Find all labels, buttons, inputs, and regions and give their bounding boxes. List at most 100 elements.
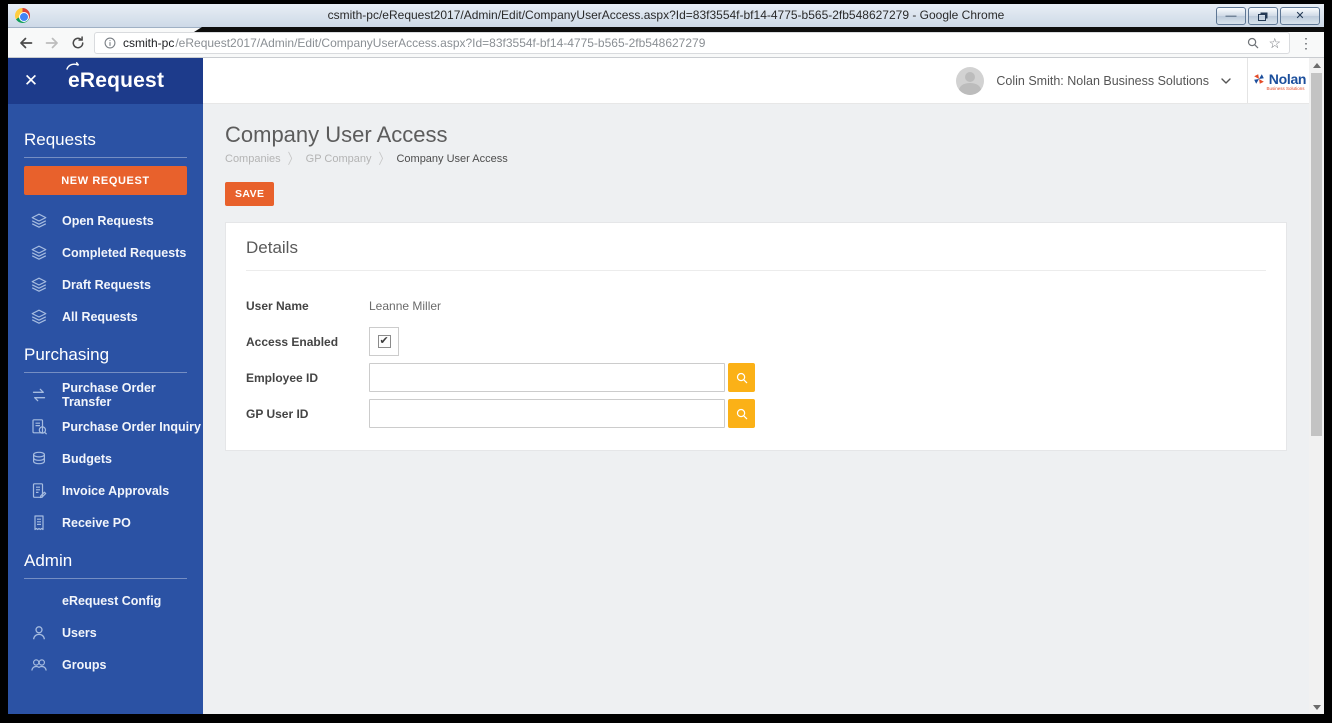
chrome-menu-button[interactable]: ⋮ <box>1296 36 1316 50</box>
app-header: Colin Smith: Nolan Business Solutions No… <box>203 58 1309 104</box>
page-title: Company User Access <box>225 122 448 147</box>
sidebar-item-label: Open Requests <box>62 214 154 228</box>
breadcrumb-companies[interactable]: Companies <box>225 153 281 165</box>
nolan-logo[interactable]: Nolan Business Solutions <box>1247 58 1309 103</box>
user-name-value: Leanne Miller <box>369 298 442 313</box>
sidebar-item-invoice-approvals[interactable]: Invoice Approvals <box>8 475 203 507</box>
scrollbar-track[interactable] <box>1309 72 1324 700</box>
sidebar-item-users[interactable]: Users <box>8 617 203 649</box>
requests-stack-icon <box>29 307 49 327</box>
details-card: Details User Name Leanne Miller Access E… <box>225 222 1287 451</box>
page-scrollbar[interactable] <box>1309 58 1324 714</box>
gp-user-id-label: GP User ID <box>246 406 309 421</box>
document-search-icon <box>29 417 49 437</box>
sidebar-item-groups[interactable]: Groups <box>8 649 203 681</box>
breadcrumb: Companies 〉 GP Company 〉 Company User Ac… <box>225 151 1287 169</box>
sidebar-item-label: Budgets <box>62 452 112 466</box>
section-divider <box>24 372 187 373</box>
window-edge-shadow <box>194 27 1324 32</box>
zoom-icon[interactable] <box>1246 36 1260 50</box>
new-request-button[interactable]: NEW REQUEST <box>24 166 187 195</box>
browser-toolbar: csmith-pc/eRequest2017/Admin/Edit/Compan… <box>8 28 1324 58</box>
user-menu[interactable]: Colin Smith: Nolan Business Solutions <box>956 66 1247 95</box>
blank-icon <box>29 591 49 611</box>
user-icon <box>29 623 49 643</box>
sidebar-item-draft-requests[interactable]: Draft Requests <box>8 269 203 301</box>
breadcrumb-gp-company[interactable]: GP Company <box>306 153 372 165</box>
section-divider <box>24 578 187 579</box>
forward-button[interactable] <box>42 33 62 53</box>
details-heading: Details <box>246 238 298 257</box>
sidebar-item-label: Users <box>62 626 97 640</box>
sidebar-item-label: Receive PO <box>62 516 131 530</box>
breadcrumb-chevron-icon: 〉 <box>287 152 299 169</box>
save-button[interactable]: SAVE <box>225 182 275 206</box>
url-bar[interactable]: csmith-pc/eRequest2017/Admin/Edit/Compan… <box>94 31 1290 54</box>
sidebar-item-budgets[interactable]: Budgets <box>8 443 203 475</box>
nolan-brand-name: Nolan <box>1268 70 1307 87</box>
browser-titlebar[interactable]: csmith-pc/eRequest2017/Admin/Edit/Compan… <box>8 4 1324 28</box>
breadcrumb-current: Company User Access <box>396 153 508 165</box>
sidebar-item-label: Draft Requests <box>62 278 151 292</box>
chevron-down-icon <box>1221 78 1231 84</box>
access-enabled-label: Access Enabled <box>246 334 339 349</box>
gp-user-id-input[interactable] <box>369 399 725 428</box>
avatar <box>956 66 985 95</box>
nolan-brand-tagline: Business Solutions <box>1266 85 1305 91</box>
card-divider <box>246 270 1266 271</box>
section-title-admin: Admin <box>24 551 73 570</box>
field-row-employee-id: Employee ID <box>246 363 1266 392</box>
field-row-access-enabled: Access Enabled <box>246 327 1266 356</box>
sidebar-item-purchase-order-inquiry[interactable]: Purchase Order Inquiry <box>8 411 203 443</box>
field-row-user-name: User Name Leanne Miller <box>246 291 1266 320</box>
back-button[interactable] <box>16 33 36 53</box>
scrollbar-thumb[interactable] <box>1311 73 1322 436</box>
sidebar-brand-band: ✕ eRequest <box>8 58 203 104</box>
sidebar-item-purchase-order-transfer[interactable]: Purchase Order Transfer <box>8 379 203 411</box>
section-title-requests: Requests <box>24 130 96 149</box>
page-content: Company User Access Companies 〉 GP Compa… <box>203 104 1309 714</box>
employee-id-lookup-button[interactable] <box>728 363 755 392</box>
receipt-icon <box>29 513 49 533</box>
close-button[interactable]: ✕ <box>1280 7 1320 25</box>
browser-window-title: csmith-pc/eRequest2017/Admin/Edit/Compan… <box>327 8 1005 22</box>
scroll-up-button[interactable] <box>1309 58 1324 72</box>
minimize-button[interactable]: — <box>1216 7 1246 25</box>
logo-swoosh-icon <box>66 62 80 70</box>
sidebar: ✕ eRequest Requests NEW REQUEST Open Req… <box>8 58 203 714</box>
gp-user-id-lookup-button[interactable] <box>728 399 755 428</box>
app-logo: eRequest <box>68 69 164 93</box>
bookmark-star-icon[interactable]: ☆ <box>1268 36 1281 50</box>
sidebar-close-icon[interactable]: ✕ <box>8 71 54 91</box>
sidebar-item-label: Completed Requests <box>62 246 187 260</box>
requests-stack-icon <box>29 275 49 295</box>
transfer-arrows-icon <box>29 385 49 405</box>
sidebar-item-receive-po[interactable]: Receive PO <box>8 507 203 539</box>
scroll-down-button[interactable] <box>1309 700 1324 714</box>
section-divider <box>24 157 187 158</box>
field-row-gp-user-id: GP User ID <box>246 399 1266 428</box>
sidebar-item-open-requests[interactable]: Open Requests <box>8 205 203 237</box>
breadcrumb-chevron-icon: 〉 <box>378 152 390 169</box>
section-title-purchasing: Purchasing <box>24 345 110 364</box>
arrow-up-icon <box>1312 62 1321 68</box>
sidebar-item-all-requests[interactable]: All Requests <box>8 301 203 333</box>
url-path: /eRequest2017/Admin/Edit/CompanyUserAcce… <box>175 35 706 50</box>
access-enabled-checkbox[interactable] <box>377 334 391 348</box>
requests-stack-icon <box>29 243 49 263</box>
user-name-label: User Name <box>246 298 309 313</box>
nolan-pinwheel-icon <box>1251 71 1267 87</box>
sidebar-item-completed-requests[interactable]: Completed Requests <box>8 237 203 269</box>
sidebar-item-label: Groups <box>62 658 107 672</box>
url-host: csmith-pc <box>123 35 175 50</box>
page-info-icon[interactable] <box>103 36 117 50</box>
restore-button[interactable] <box>1248 7 1278 25</box>
sidebar-item-label: Purchase Order Transfer <box>62 381 156 409</box>
main-area: Colin Smith: Nolan Business Solutions No… <box>203 58 1309 714</box>
sidebar-item-erequest-config[interactable]: eRequest Config <box>8 585 203 617</box>
user-menu-label: Colin Smith: Nolan Business Solutions <box>996 73 1209 88</box>
access-enabled-checkbox-wrap <box>369 327 399 356</box>
employee-id-input[interactable] <box>369 363 725 392</box>
reload-button[interactable] <box>68 33 88 53</box>
search-icon <box>735 407 749 421</box>
